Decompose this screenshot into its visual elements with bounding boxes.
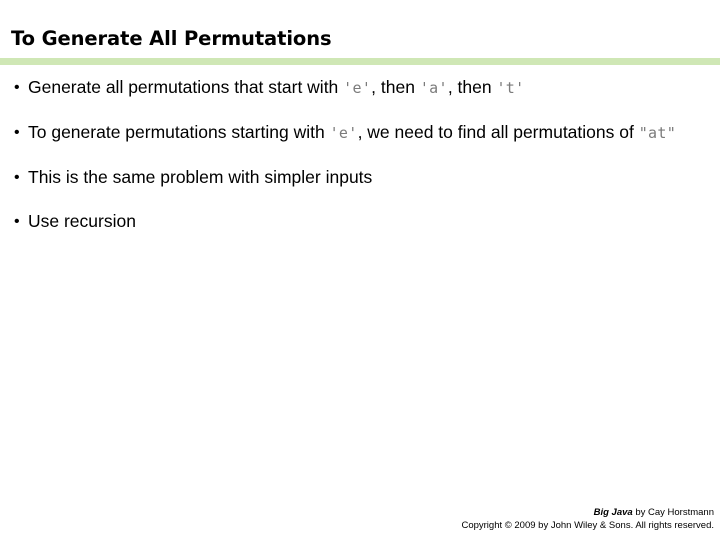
inline-code: 't'	[496, 79, 525, 97]
inline-text: This is the same problem with simpler in…	[28, 167, 373, 187]
inline-code: "at"	[638, 124, 677, 142]
slide-body: • Generate all permutations that start wi…	[0, 74, 720, 235]
bullet-item: • This is the same problem with simpler i…	[0, 164, 720, 191]
slide-canvas: To Generate All Permutations • Generate a…	[0, 0, 720, 540]
bullet-text: To generate permutations starting with '…	[28, 119, 710, 147]
bullet-marker-icon: •	[14, 79, 20, 96]
inline-code: 'e'	[343, 79, 372, 97]
slide-title-block: To Generate All Permutations	[0, 26, 720, 52]
bullet-text: Use recursion	[28, 208, 710, 235]
inline-text: To generate permutations starting with	[28, 122, 330, 142]
title-underline-rule	[0, 58, 720, 65]
footer-book-byline: by Cay Horstmann	[632, 507, 714, 518]
bullet-text: Generate all permutations that start wit…	[28, 74, 710, 102]
bullet-text: This is the same problem with simpler in…	[28, 164, 710, 191]
footer-book-title: Big Java	[593, 507, 633, 518]
footer-credits: Big Java by Cay Horstmann Copyright © 20…	[461, 506, 714, 532]
bullet-item: • To generate permutations starting with …	[0, 119, 720, 147]
inline-text: Generate all permutations that start wit…	[28, 77, 344, 97]
page-title: To Generate All Permutations	[11, 27, 332, 50]
bullet-marker-icon: •	[14, 169, 20, 186]
bullet-marker-icon: •	[14, 213, 20, 230]
inline-text: , then	[371, 77, 420, 97]
inline-text: , then	[447, 77, 497, 97]
inline-code: 'e'	[329, 124, 358, 142]
footer-book-credit: Big Java by Cay Horstmann	[461, 506, 714, 519]
inline-text: , we need to find all permutations of	[357, 122, 639, 142]
inline-code: 'a'	[419, 79, 448, 97]
bullet-marker-icon: •	[14, 124, 20, 141]
inline-text: Use recursion	[28, 211, 136, 231]
bullet-item: • Use recursion	[0, 208, 720, 235]
bullet-item: • Generate all permutations that start wi…	[0, 74, 720, 102]
footer-copyright: Copyright © 2009 by John Wiley & Sons. A…	[461, 520, 714, 531]
